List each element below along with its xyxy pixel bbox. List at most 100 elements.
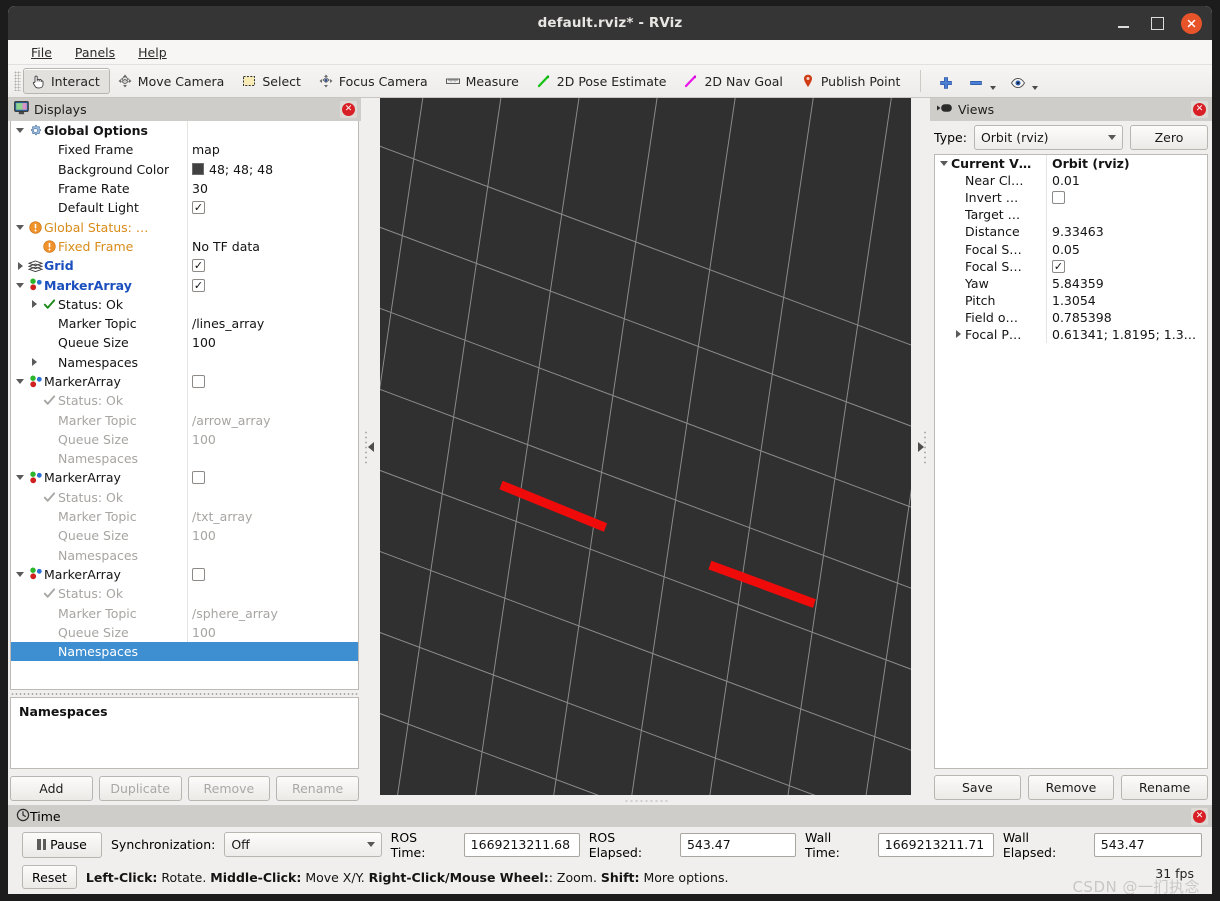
display-row[interactable]: Global Options [11, 121, 358, 141]
views-row-value-cell[interactable]: Orbit (rviz) [1047, 155, 1207, 172]
row-expander[interactable] [13, 475, 27, 481]
display-row[interactable]: Queue Size 100 [11, 333, 358, 353]
row-expander[interactable] [951, 330, 965, 339]
views-row[interactable]: Yaw 5.84359 [935, 274, 1207, 292]
display-row-value-cell[interactable] [188, 546, 358, 565]
row-expander[interactable] [27, 300, 41, 309]
ros-time-field[interactable]: 1669213211.68 [463, 832, 580, 857]
collapse-left-icon[interactable] [367, 441, 374, 452]
display-row[interactable]: MarkerArray [11, 468, 358, 488]
views-remove-button[interactable]: Remove [1027, 774, 1115, 800]
views-row[interactable]: Focal P… 0.61341; 1.8195; 1.3… [935, 325, 1207, 344]
display-row[interactable]: Global Status: … [11, 217, 358, 237]
views-row-value-cell[interactable]: ✓ [1047, 258, 1207, 275]
display-row-value-cell[interactable]: 100 [188, 623, 358, 642]
display-row-value-cell[interactable] [188, 642, 358, 661]
tool-publish-point[interactable]: Publish Point [793, 68, 911, 94]
tool-measure[interactable]: Measure [438, 68, 529, 94]
views-rename-button[interactable]: Rename [1121, 774, 1209, 800]
display-row-value-cell[interactable]: 100 [188, 333, 358, 352]
reset-button[interactable]: Reset [22, 865, 77, 889]
views-row[interactable]: Pitch 1.3054 [935, 291, 1207, 309]
toolbar-grip[interactable] [14, 71, 21, 91]
pause-button[interactable]: Pause [22, 831, 102, 858]
views-type-combo[interactable]: Orbit (rviz) [973, 125, 1123, 150]
expander-collapse-icon[interactable] [16, 571, 24, 577]
duplicate-display-button[interactable]: Duplicate [98, 775, 182, 801]
checkbox-unchecked[interactable] [192, 375, 205, 388]
minimize-button[interactable] [1113, 13, 1133, 33]
display-row[interactable]: Status: Ok [11, 487, 358, 507]
display-row-value-cell[interactable]: 48; 48; 48 [188, 160, 358, 179]
display-row-value-cell[interactable]: No TF data [188, 237, 358, 256]
views-row-value-cell[interactable]: 9.33463 [1047, 223, 1207, 240]
row-expander[interactable] [937, 161, 951, 167]
display-row[interactable]: Default Light ✓ [11, 198, 358, 218]
tool-2d-pose-estimate[interactable]: 2D Pose Estimate [529, 68, 677, 94]
display-row-value-cell[interactable] [188, 565, 358, 584]
checkbox-checked[interactable]: ✓ [192, 201, 205, 215]
views-row-value-cell[interactable]: 0.785398 [1047, 309, 1207, 326]
views-row[interactable]: Distance 9.33463 [935, 223, 1207, 241]
tool-select[interactable]: Select [234, 68, 311, 94]
display-row-value-cell[interactable] [188, 121, 358, 140]
remove-tool-button[interactable] [961, 68, 1003, 94]
views-row[interactable]: Near Cl… 0.01 [935, 172, 1207, 190]
views-row[interactable]: Invert … [935, 189, 1207, 207]
expander-collapse-icon[interactable] [16, 475, 24, 481]
views-row[interactable]: Field o… 0.785398 [935, 308, 1207, 326]
views-row-value-cell[interactable]: 0.01 [1047, 172, 1207, 189]
row-expander[interactable] [13, 128, 27, 134]
close-button[interactable] [1181, 12, 1202, 34]
display-row-value-cell[interactable]: /lines_array [188, 314, 358, 333]
display-row[interactable]: Marker Topic/arrow_array [11, 410, 358, 430]
display-row-value-cell[interactable] [188, 217, 358, 236]
display-row[interactable]: Namespaces [11, 352, 358, 372]
color-swatch[interactable] [192, 163, 204, 176]
rename-display-button[interactable]: Rename [276, 775, 359, 801]
checkbox-checked[interactable]: ✓ [1052, 259, 1065, 273]
display-row[interactable]: MarkerArray ✓ [11, 275, 358, 295]
display-row-value-cell[interactable] [188, 295, 358, 314]
views-row[interactable]: Current V… Orbit (rviz) [935, 155, 1207, 173]
display-row[interactable]: Queue Size 100 [11, 622, 358, 643]
views-row-value-cell[interactable] [1047, 206, 1207, 223]
views-row-value-cell[interactable]: 1.3054 [1047, 292, 1207, 309]
display-row[interactable]: Marker Topic/sphere_array [11, 603, 358, 623]
displays-splitter[interactable] [10, 690, 359, 697]
tool-move-camera[interactable]: Move Camera [110, 68, 235, 94]
tool-2d-nav-goal[interactable]: 2D Nav Goal [676, 68, 792, 94]
expander-collapse-icon[interactable] [16, 379, 24, 384]
menu-file[interactable]: File [22, 43, 61, 62]
display-row[interactable]: Namespaces [11, 642, 358, 662]
display-row[interactable]: MarkerArray [11, 564, 358, 585]
displays-tree[interactable]: Global Options Fixed Frame map Background C… [10, 121, 359, 690]
checkbox-checked[interactable]: ✓ [192, 259, 205, 273]
display-row[interactable]: Background Color 48; 48; 48 [11, 159, 358, 179]
row-expander[interactable] [13, 282, 27, 288]
ros-elapsed-field[interactable]: 543.47 [679, 832, 797, 857]
display-row[interactable]: MarkerArray [11, 371, 358, 392]
views-save-button[interactable]: Save [934, 774, 1021, 800]
display-row[interactable]: Queue Size 100 [11, 429, 358, 450]
views-close-button[interactable]: ✕ [1191, 101, 1208, 118]
display-row-value-cell[interactable]: /arrow_array [188, 410, 358, 429]
display-row-value-cell[interactable] [188, 353, 358, 372]
views-row[interactable]: Focal S… ✓ [935, 257, 1207, 275]
display-row[interactable]: Fixed Frame No TF data [11, 236, 358, 257]
expander-collapse-icon[interactable] [16, 128, 24, 134]
views-row-value-cell[interactable]: 0.05 [1047, 240, 1207, 257]
row-expander[interactable] [13, 379, 27, 384]
views-row-value-cell[interactable] [1047, 189, 1207, 206]
visibility-button[interactable] [1003, 68, 1045, 94]
synchronization-combo[interactable]: Off [224, 832, 382, 857]
views-zero-button[interactable]: Zero [1130, 125, 1208, 150]
right-splitter-handle[interactable] [911, 98, 930, 795]
left-splitter-handle[interactable] [361, 98, 380, 795]
display-row[interactable]: Status: Ok [11, 391, 358, 411]
display-row[interactable]: Marker Topic/lines_array [11, 313, 358, 334]
display-row-value-cell[interactable]: ✓ [188, 256, 358, 275]
display-row-value-cell[interactable]: 100 [188, 526, 358, 545]
display-row[interactable]: Status: Ok [11, 584, 358, 604]
views-row[interactable]: Focal S… 0.05 [935, 240, 1207, 258]
